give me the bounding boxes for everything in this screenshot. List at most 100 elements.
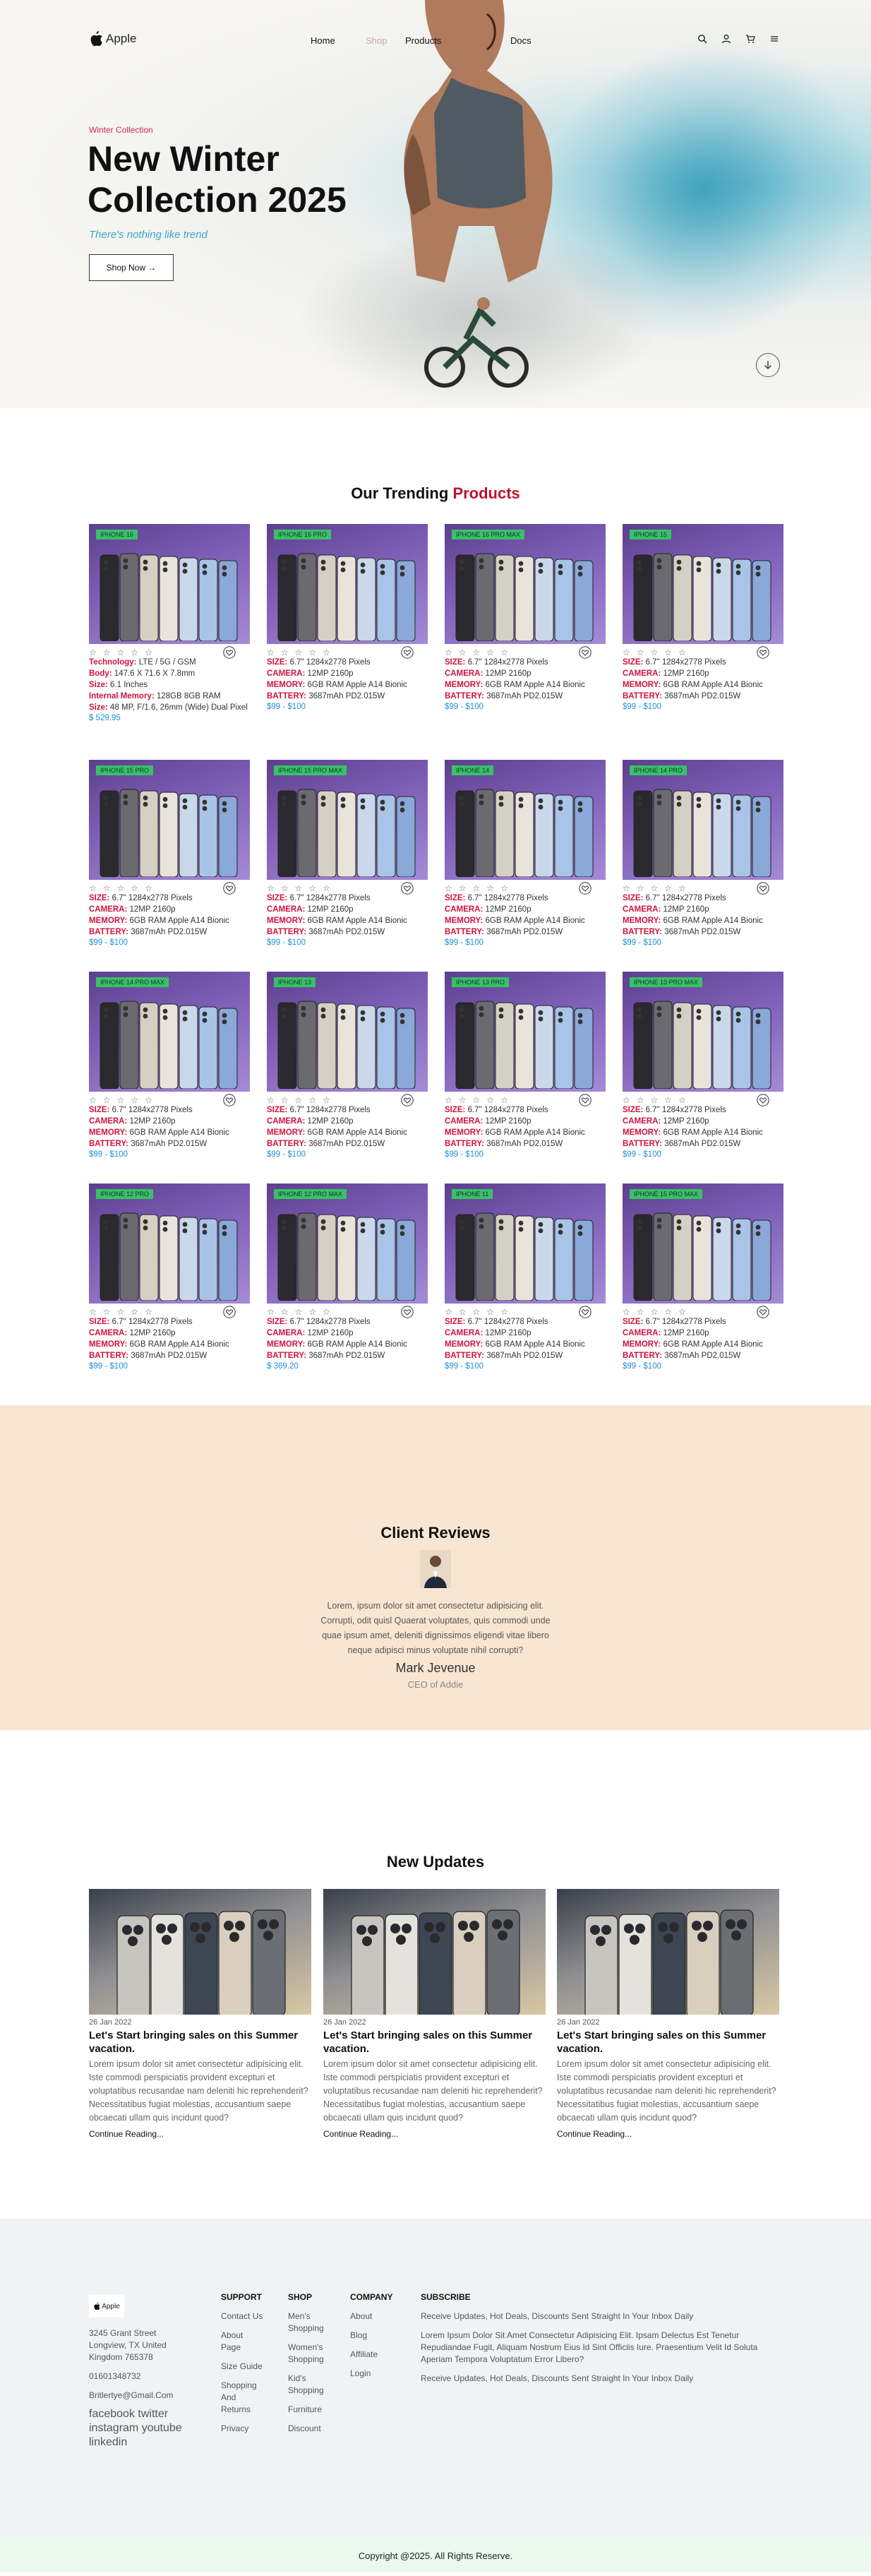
product-image[interactable]: IPHONE 15 PRO MAX [623,1183,783,1304]
product-image[interactable]: IPHONE 16 [89,524,250,644]
footer-link[interactable]: Privacy [221,2423,263,2435]
star-icon[interactable]: ☆ [281,1095,289,1105]
star-icon[interactable]: ☆ [323,883,330,893]
heart-icon[interactable] [757,882,769,895]
star-icon[interactable]: ☆ [145,1095,152,1105]
product-image[interactable]: IPHONE 14 PRO MAX [89,972,250,1092]
product-card[interactable]: IPHONE 15 ☆ ☆ ☆ ☆ ☆ SIZE: 6.7" 1284x2778 Pixel… [623,524,783,712]
product-card[interactable]: IPHONE 11 ☆ ☆ ☆ ☆ ☆ SIZE: 6.7" 1284x2778 Pixel… [445,1183,606,1371]
shop-now-button[interactable]: Shop Now → [89,254,174,281]
star-icon[interactable]: ☆ [459,883,467,893]
heart-icon[interactable] [401,1306,414,1318]
star-icon[interactable]: ☆ [145,883,152,893]
heart-icon[interactable] [223,646,236,659]
heart-icon[interactable] [223,882,236,895]
cart-icon[interactable] [745,34,755,44]
star-icon[interactable]: ☆ [445,648,452,657]
product-card[interactable]: IPHONE 14 PRO MAX ☆ ☆ ☆ ☆ ☆ SIZE: 6.7" 1284x27… [89,972,250,1159]
footer-link[interactable]: Furniture [288,2404,330,2416]
star-icon[interactable]: ☆ [445,883,452,893]
heart-icon[interactable] [401,646,414,659]
product-card[interactable]: IPHONE 16 ☆ ☆ ☆ ☆ ☆ Technology: LTE / 5G / GSM… [89,524,250,723]
footer-email[interactable]: Britlertye@Gmail.Com [89,2390,195,2402]
star-icon[interactable]: ☆ [103,648,111,657]
product-image[interactable]: IPHONE 16 PRO MAX [445,524,606,644]
footer-link[interactable]: Size Guide [221,2361,263,2373]
star-icon[interactable]: ☆ [295,648,303,657]
footer-link[interactable]: Blog [350,2330,407,2342]
star-icon[interactable]: ☆ [445,1095,452,1105]
star-icon[interactable]: ☆ [637,1095,644,1105]
post-title[interactable]: Let's Start bringing sales on this Summe… [557,2029,779,2056]
star-icon[interactable]: ☆ [651,648,659,657]
product-image[interactable]: IPHONE 13 PRO [445,972,606,1092]
star-icon[interactable]: ☆ [651,1307,659,1317]
continue-reading-link[interactable]: Continue Reading... [557,2129,779,2139]
star-icon[interactable]: ☆ [308,648,316,657]
product-image[interactable]: IPHONE 14 PRO [623,760,783,880]
star-icon[interactable]: ☆ [473,1307,481,1317]
star-icon[interactable]: ☆ [295,1095,303,1105]
product-card[interactable]: IPHONE 16 PRO MAX ☆ ☆ ☆ ☆ ☆ SIZE: 6.7" 1284x27… [445,524,606,712]
scroll-down-button[interactable] [756,353,780,377]
heart-icon[interactable] [223,1094,236,1107]
footer-link[interactable]: Affiliate [350,2349,407,2361]
product-card[interactable]: IPHONE 14 PRO ☆ ☆ ☆ ☆ ☆ SIZE: 6.7" 1284x2778 P… [623,760,783,948]
star-icon[interactable]: ☆ [131,1307,138,1317]
star-icon[interactable]: ☆ [664,883,672,893]
star-icon[interactable]: ☆ [445,1307,452,1317]
product-card[interactable]: IPHONE 16 PRO ☆ ☆ ☆ ☆ ☆ SIZE: 6.7" 1284x2778 P… [267,524,428,712]
star-icon[interactable]: ☆ [623,1095,630,1105]
product-image[interactable]: IPHONE 12 PRO [89,1183,250,1304]
product-card[interactable]: IPHONE 12 PRO MAX ☆ ☆ ☆ ☆ ☆ SIZE: 6.7" 1284x27… [267,1183,428,1371]
star-icon[interactable]: ☆ [267,1307,275,1317]
star-icon[interactable]: ☆ [323,1307,330,1317]
product-image[interactable]: IPHONE 15 PRO MAX [267,760,428,880]
post-title[interactable]: Let's Start bringing sales on this Summe… [89,2029,311,2056]
footer-link[interactable]: About [350,2310,407,2322]
star-icon[interactable]: ☆ [637,883,644,893]
star-icon[interactable]: ☆ [131,648,138,657]
footer-link[interactable]: Discount [288,2423,330,2435]
star-icon[interactable]: ☆ [500,1307,508,1317]
star-icon[interactable]: ☆ [267,883,275,893]
star-icon[interactable]: ☆ [473,883,481,893]
star-icon[interactable]: ☆ [103,1307,111,1317]
footer-link[interactable]: Shopping And Returns [221,2380,263,2416]
star-icon[interactable]: ☆ [473,648,481,657]
post-title[interactable]: Let's Start bringing sales on this Summe… [323,2029,546,2056]
star-icon[interactable]: ☆ [623,648,630,657]
star-icon[interactable]: ☆ [500,883,508,893]
brand-logo[interactable]: Apple [89,31,136,47]
heart-icon[interactable] [579,1306,591,1318]
heart-icon[interactable] [757,1306,769,1318]
star-icon[interactable]: ☆ [486,1095,494,1105]
product-image[interactable]: IPHONE 11 [445,1183,606,1304]
star-icon[interactable]: ☆ [664,648,672,657]
post-image[interactable] [323,1889,546,2015]
star-icon[interactable]: ☆ [678,648,686,657]
star-icon[interactable]: ☆ [637,648,644,657]
footer-link[interactable]: Men's Shopping [288,2310,330,2334]
heart-icon[interactable] [579,646,591,659]
star-icon[interactable]: ☆ [295,1307,303,1317]
product-card[interactable]: IPHONE 12 PRO ☆ ☆ ☆ ☆ ☆ SIZE: 6.7" 1284x2778 P… [89,1183,250,1371]
product-image[interactable]: IPHONE 13 [267,972,428,1092]
post-image[interactable] [89,1889,311,2015]
star-icon[interactable]: ☆ [295,883,303,893]
star-icon[interactable]: ☆ [623,1307,630,1317]
footer-link[interactable]: Kid's Shopping [288,2373,330,2397]
product-card[interactable]: IPHONE 15 PRO ☆ ☆ ☆ ☆ ☆ SIZE: 6.7" 1284x2778 P… [89,760,250,948]
star-icon[interactable]: ☆ [117,883,125,893]
star-icon[interactable]: ☆ [486,648,494,657]
star-icon[interactable]: ☆ [89,1095,97,1105]
star-icon[interactable]: ☆ [459,648,467,657]
product-image[interactable]: IPHONE 15 PRO [89,760,250,880]
star-icon[interactable]: ☆ [89,1307,97,1317]
star-icon[interactable]: ☆ [651,1095,659,1105]
star-icon[interactable]: ☆ [117,1095,125,1105]
blog-post-card[interactable]: 26 Jan 2022 Let's Start bringing sales on… [557,1889,779,2139]
star-icon[interactable]: ☆ [131,1095,138,1105]
star-icon[interactable]: ☆ [267,648,275,657]
footer-social-links[interactable]: facebook twitter instagram youtube linke… [89,2407,195,2450]
